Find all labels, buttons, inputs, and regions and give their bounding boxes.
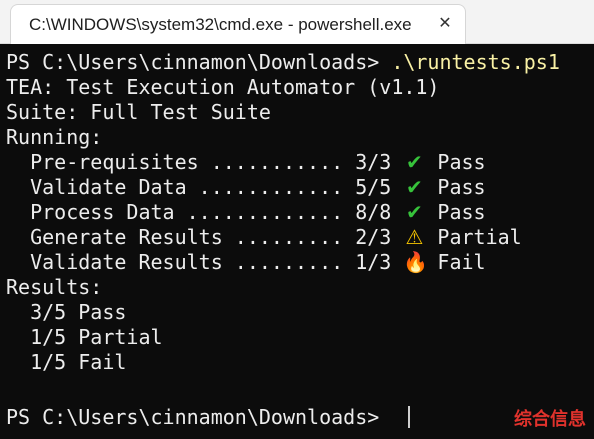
check-icon: ✔ [405, 200, 423, 224]
running-label: Running: [6, 125, 103, 149]
fire-icon: 🔥 [403, 250, 429, 274]
test-status: Fail [437, 250, 486, 274]
tab-title: C:\WINDOWS\system32\cmd.exe - powershell… [29, 15, 412, 34]
prompt-text: PS C:\Users\cinnamon\Downloads> [6, 405, 392, 429]
text-cursor [408, 406, 410, 428]
results-label: Results: [6, 275, 103, 299]
test-row: Validate Data ............ 5/5 ✔ Pass [6, 175, 486, 200]
console-output[interactable]: PS C:\Users\cinnamon\Downloads> .\runtes… [0, 44, 594, 439]
command-text: .\runtests.ps1 [391, 50, 560, 74]
tool-header: TEA: Test Execution Automator (v1.1) [6, 75, 440, 99]
test-row: Pre-requisites ........... 3/3 ✔ Pass [6, 150, 486, 175]
test-text: Validate Data ............ 5/5 [6, 175, 404, 199]
test-text: Process Data ............. 8/8 [6, 200, 404, 224]
result-line: 3/5 Pass [6, 300, 127, 324]
prompt-line: PS C:\Users\cinnamon\Downloads> .\runtes… [6, 50, 560, 75]
check-icon: ✔ [405, 175, 423, 199]
terminal-tab[interactable]: C:\WINDOWS\system32\cmd.exe - powershell… [10, 4, 466, 44]
test-row: Process Data ............. 8/8 ✔ Pass [6, 200, 486, 225]
prompt-line: PS C:\Users\cinnamon\Downloads> [6, 405, 391, 430]
check-icon: ✔ [405, 150, 423, 174]
watermark-text: 综合信息 [514, 409, 586, 430]
test-text: Validate Results ......... 1/3 [6, 250, 404, 274]
prompt-text: PS C:\Users\cinnamon\Downloads> [6, 50, 392, 74]
test-status: Partial [437, 225, 522, 249]
test-row: Validate Results ......... 1/3 🔥 Fail [6, 250, 486, 275]
close-icon[interactable]: ✕ [435, 13, 455, 33]
test-status: Pass [437, 200, 486, 224]
test-status: Pass [437, 175, 486, 199]
result-line: 1/5 Partial [6, 325, 163, 349]
title-bar: C:\WINDOWS\system32\cmd.exe - powershell… [0, 0, 594, 44]
result-line: 1/5 Fail [6, 350, 127, 374]
suite-header: Suite: Full Test Suite [6, 100, 271, 124]
test-row: Generate Results ......... 2/3 ⚠ Partial [6, 225, 522, 250]
test-status: Pass [437, 150, 486, 174]
warning-icon: ⚠ [405, 225, 424, 249]
test-text: Pre-requisites ........... 3/3 [6, 150, 404, 174]
test-text: Generate Results ......... 2/3 [6, 225, 404, 249]
